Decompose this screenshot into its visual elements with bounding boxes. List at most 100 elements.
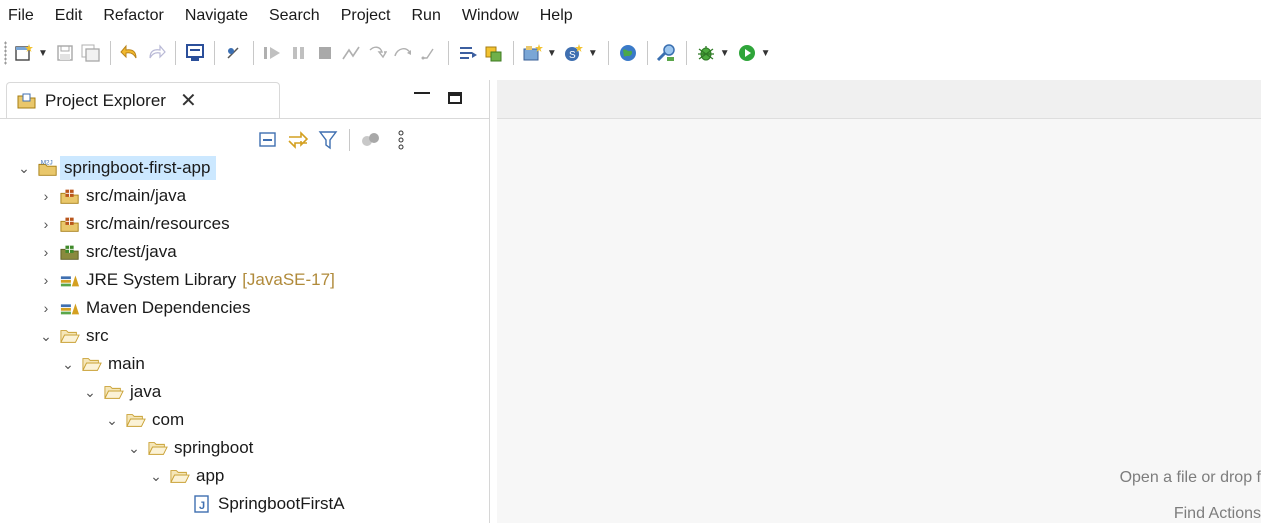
collapsed-chevron-icon[interactable]: ›	[38, 272, 54, 288]
step-return-icon[interactable]	[417, 39, 441, 67]
tree-item-src-main-java[interactable]: › src/main/java	[38, 182, 186, 210]
tree-item-main[interactable]: ⌄ main	[60, 350, 145, 378]
focus-on-active-task-icon[interactable]	[358, 127, 384, 153]
tree-item-label: app	[196, 466, 225, 485]
link-with-editor-icon[interactable]	[285, 127, 311, 153]
tree-item-decoration: [JavaSE-17]	[242, 270, 335, 289]
tree-item-project[interactable]: ⌄ M2J springboot-first-app	[16, 154, 217, 182]
debug-dropdown-icon[interactable]: ▼	[720, 48, 730, 59]
tree-item-label: Maven Dependencies	[86, 298, 251, 317]
collapsed-chevron-icon[interactable]: ›	[38, 216, 54, 232]
open-folder-icon	[82, 355, 102, 373]
view-menu-icon[interactable]	[388, 127, 414, 153]
menu-project[interactable]: Project	[331, 0, 402, 32]
menu-search[interactable]: Search	[259, 0, 331, 32]
close-icon[interactable]: ✕	[180, 91, 197, 111]
collapsed-chevron-icon[interactable]: ›	[38, 188, 54, 204]
open-folder-icon	[170, 467, 190, 485]
search-icon[interactable]	[655, 39, 679, 67]
new-java-project-icon[interactable]	[521, 39, 545, 67]
use-step-filters-icon[interactable]	[456, 39, 480, 67]
test-source-folder-icon	[60, 243, 80, 261]
tree-item-jre-system-library[interactable]: › JRE System Library [JavaSE-17]	[38, 266, 335, 294]
terminate-icon[interactable]	[313, 39, 337, 67]
view-header: Project Explorer ✕	[0, 80, 489, 119]
expanded-chevron-icon[interactable]: ⌄	[16, 160, 32, 177]
new-dropdown-icon[interactable]: ▼	[38, 48, 48, 59]
menu-file[interactable]: File	[0, 0, 45, 32]
tree-item-src-main-resources[interactable]: › src/main/resources	[38, 210, 230, 238]
collapsed-chevron-icon[interactable]: ›	[38, 244, 54, 260]
project-explorer-view: Project Explorer ✕ ⌄ M2J springboot-firs…	[0, 80, 490, 523]
tree-item-maven-dependencies[interactable]: › Maven Dependencies	[38, 294, 251, 322]
menu-bar: File Edit Refactor Navigate Search Proje…	[0, 0, 1261, 32]
tree-item-src-test-java[interactable]: › src/test/java	[38, 238, 177, 266]
tree-item-java-file[interactable]: J SpringbootFirstA	[192, 490, 345, 518]
editor-hint-open-file: Open a file or drop f	[1119, 469, 1261, 486]
console-icon[interactable]	[183, 39, 207, 67]
tree-item-src[interactable]: ⌄ src	[38, 322, 109, 350]
new-class-dropdown-icon[interactable]: ▼	[588, 48, 598, 59]
resume-icon[interactable]	[261, 39, 285, 67]
new-project-dropdown-icon[interactable]: ▼	[547, 48, 557, 59]
expanded-chevron-icon[interactable]: ⌄	[82, 384, 98, 401]
collapse-all-icon[interactable]	[255, 127, 281, 153]
tree-item-app[interactable]: ⌄ app	[148, 462, 224, 490]
menu-refactor[interactable]: Refactor	[93, 0, 174, 32]
expanded-chevron-icon[interactable]: ⌄	[38, 328, 54, 345]
maximize-icon[interactable]	[448, 92, 462, 104]
expanded-chevron-icon[interactable]: ⌄	[148, 468, 164, 485]
tree-item-com[interactable]: ⌄ com	[104, 406, 184, 434]
menu-run[interactable]: Run	[401, 0, 451, 32]
tree-item-label: src/test/java	[86, 242, 177, 261]
menu-help[interactable]: Help	[530, 0, 584, 32]
debug-icon[interactable]	[694, 39, 718, 67]
new-java-class-icon[interactable]: S	[562, 39, 586, 67]
filter-icon[interactable]	[315, 127, 341, 153]
save-icon[interactable]	[53, 39, 77, 67]
menu-window[interactable]: Window	[452, 0, 530, 32]
skip-breakpoints-icon[interactable]	[222, 39, 246, 67]
toolbar-grip[interactable]	[4, 41, 7, 65]
step-into-icon[interactable]	[365, 39, 389, 67]
disconnect-icon[interactable]	[339, 39, 363, 67]
open-folder-icon	[104, 383, 124, 401]
java-file-icon: J	[192, 495, 212, 513]
editor-tab-bar	[497, 80, 1261, 119]
run-dropdown-icon[interactable]: ▼	[761, 48, 771, 59]
view-toolbar-separator	[349, 129, 350, 151]
step-over-icon[interactable]	[391, 39, 415, 67]
tree-item-label: JRE System Library	[86, 270, 237, 289]
redo-icon[interactable]	[144, 39, 168, 67]
suspend-icon[interactable]	[287, 39, 311, 67]
run-icon[interactable]	[735, 39, 759, 67]
expanded-chevron-icon[interactable]: ⌄	[60, 356, 76, 373]
undo-icon[interactable]	[118, 39, 142, 67]
open-type-icon[interactable]	[482, 39, 506, 67]
tree-item-springboot[interactable]: ⌄ springboot	[126, 434, 253, 462]
toolbar-separator	[174, 41, 176, 65]
tab-project-explorer[interactable]: Project Explorer ✕	[6, 82, 280, 119]
tree-item-label: main	[108, 354, 145, 373]
tree-item-label: SpringbootFirstA	[218, 494, 345, 513]
library-icon	[60, 299, 80, 317]
expanded-chevron-icon[interactable]: ⌄	[126, 440, 142, 457]
expanded-chevron-icon[interactable]: ⌄	[104, 412, 120, 429]
minimize-icon[interactable]	[414, 92, 430, 100]
collapsed-chevron-icon[interactable]: ›	[38, 300, 54, 316]
project-explorer-icon	[17, 92, 37, 110]
toolbar-separator	[646, 41, 648, 65]
save-all-icon[interactable]	[79, 39, 103, 67]
svg-text:J: J	[199, 500, 205, 512]
menu-edit[interactable]: Edit	[45, 0, 94, 32]
menu-navigate[interactable]: Navigate	[175, 0, 259, 32]
editor-area[interactable]: Open a file or drop f Find Actions	[497, 80, 1261, 523]
tree-item-label: src/main/resources	[86, 214, 230, 233]
web-browser-icon[interactable]	[616, 39, 640, 67]
tree-item-label: springboot-first-app	[60, 156, 217, 180]
tree-item-java[interactable]: ⌄ java	[82, 378, 161, 406]
toolbar-separator	[109, 41, 111, 65]
source-folder-icon	[60, 215, 80, 233]
toolbar-separator	[607, 41, 609, 65]
new-icon[interactable]	[12, 39, 36, 67]
